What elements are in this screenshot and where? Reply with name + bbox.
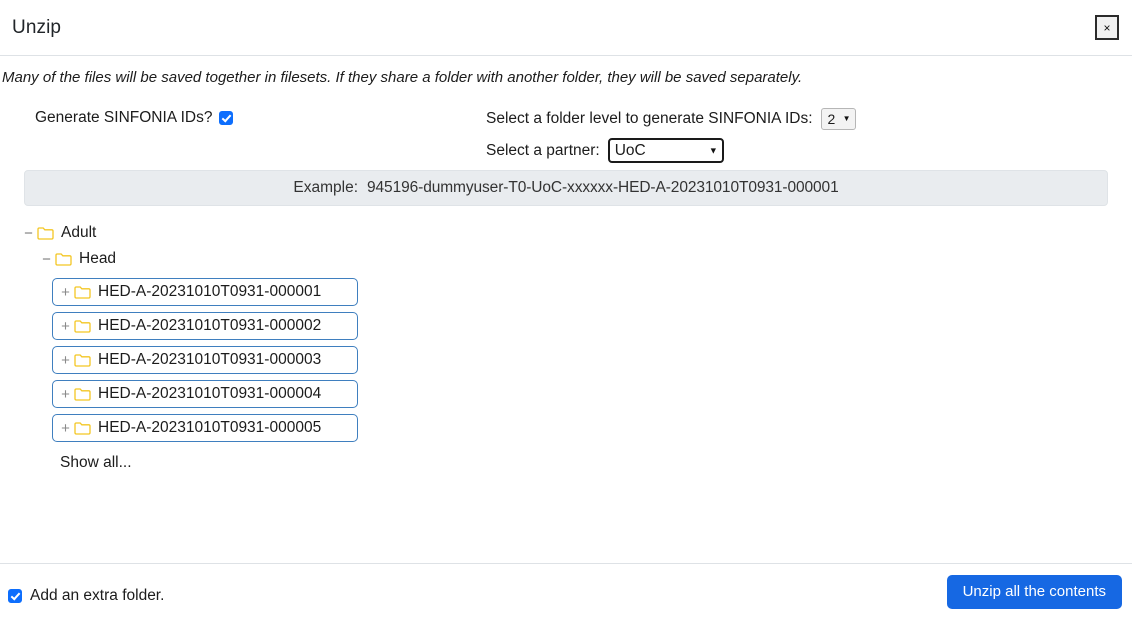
- options-row: Generate SINFONIA IDs? Select a folder l…: [0, 100, 1132, 163]
- list-item-label: HED-A-20231010T0931-000002: [98, 317, 322, 334]
- fileset-list: + HED-A-20231010T0931-000001 + HED-A-202…: [22, 278, 1132, 442]
- folder-icon: [74, 387, 91, 401]
- partner-select[interactable]: UoC: [607, 138, 724, 163]
- intro-note: Many of the files will be saved together…: [2, 69, 803, 86]
- dialog-header: Unzip ×: [0, 0, 1132, 56]
- folder-tree: − Adult − Head + HED-A-20231010T0931-000…: [0, 220, 1132, 472]
- partner-group: Select a partner: UoC ▼: [486, 138, 724, 163]
- expand-icon[interactable]: +: [59, 353, 72, 368]
- expand-icon[interactable]: +: [59, 285, 72, 300]
- folder-level-label: Select a folder level to generate SINFON…: [486, 110, 813, 127]
- collapse-icon[interactable]: −: [22, 226, 35, 241]
- list-item-label: HED-A-20231010T0931-000005: [98, 419, 322, 436]
- folder-icon: [55, 252, 72, 266]
- generate-ids-checkbox[interactable]: [219, 111, 234, 125]
- dialog-body: Many of the files will be saved together…: [0, 56, 1132, 604]
- partner-select-wrap[interactable]: UoC ▼: [607, 138, 724, 163]
- list-item-label: HED-A-20231010T0931-000004: [98, 385, 322, 402]
- dialog-footer: Unzip all the contents: [0, 563, 1132, 620]
- close-icon[interactable]: ×: [1095, 15, 1119, 40]
- list-item[interactable]: + HED-A-20231010T0931-000003: [52, 346, 358, 374]
- folder-icon: [37, 226, 54, 240]
- generate-ids-group[interactable]: Generate SINFONIA IDs?: [35, 109, 234, 127]
- show-all-link[interactable]: Show all...: [22, 454, 132, 472]
- folder-icon: [74, 319, 91, 333]
- expand-icon[interactable]: +: [59, 387, 72, 402]
- tree-node-adult[interactable]: − Adult: [22, 220, 1132, 246]
- folder-icon: [74, 421, 91, 435]
- expand-icon[interactable]: +: [59, 319, 72, 334]
- example-bar: Example: 945196-dummyuser-T0-UoC-xxxxxx-…: [24, 170, 1108, 206]
- list-item-label: HED-A-20231010T0931-000001: [98, 283, 322, 300]
- list-item[interactable]: + HED-A-20231010T0931-000002: [52, 312, 358, 340]
- tree-node-label: Head: [79, 250, 117, 267]
- folder-level-select[interactable]: 2: [820, 108, 856, 130]
- tree-node-head[interactable]: − Head: [22, 246, 1132, 272]
- list-item-label: HED-A-20231010T0931-000003: [98, 351, 322, 368]
- folder-level-group: Select a folder level to generate SINFON…: [486, 108, 856, 130]
- tree-node-label: Adult: [61, 224, 97, 241]
- example-label: Example:: [293, 179, 359, 196]
- partner-label: Select a partner:: [486, 141, 600, 159]
- folder-icon: [74, 353, 91, 367]
- expand-icon[interactable]: +: [59, 421, 72, 436]
- folder-icon: [74, 285, 91, 299]
- collapse-icon[interactable]: −: [40, 252, 53, 267]
- page-title: Unzip: [12, 16, 62, 38]
- generate-ids-label: Generate SINFONIA IDs?: [35, 109, 213, 126]
- list-item[interactable]: + HED-A-20231010T0931-000005: [52, 414, 358, 442]
- folder-level-select-wrap[interactable]: 2 ▼: [820, 108, 856, 130]
- list-item[interactable]: + HED-A-20231010T0931-000004: [52, 380, 358, 408]
- example-value: 945196-dummyuser-T0-UoC-xxxxxx-HED-A-202…: [367, 179, 839, 196]
- unzip-all-button[interactable]: Unzip all the contents: [946, 574, 1122, 610]
- list-item[interactable]: + HED-A-20231010T0931-000001: [52, 278, 358, 306]
